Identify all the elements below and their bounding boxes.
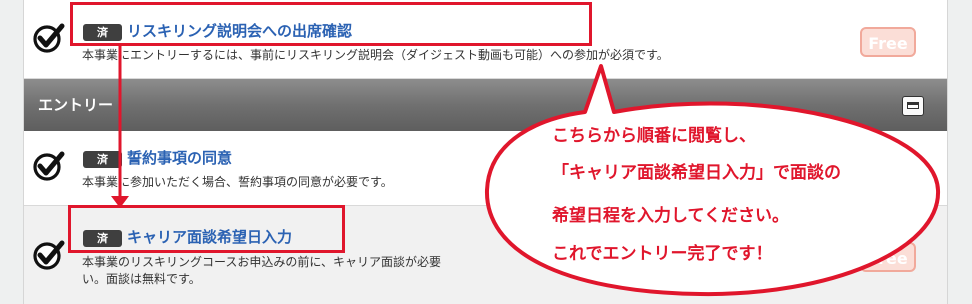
- window-icon: [907, 102, 919, 109]
- free-badge: Free: [860, 27, 916, 57]
- step-description: 本事業にエントリーするには、事前にリスキリング説明会（ダイジェスト動画も可能）へ…: [82, 48, 669, 62]
- step-description: 本事業のリスキリングコースお申込みの前に、キャリア面談が必要: [82, 255, 442, 269]
- callout-line: 希望日程を入力してください。: [552, 206, 789, 226]
- callout-line: これでエントリー完了です！: [552, 244, 773, 264]
- step-description: 本事業に参加いただく場合、誓約事項の同意が必要です。: [82, 175, 393, 189]
- callout-line: 「キャリア面談希望日入力」で面談の: [552, 163, 841, 183]
- highlight-box-career-interview: [68, 205, 345, 253]
- free-badge: Free: [860, 242, 916, 272]
- checkmark-icon: [33, 23, 65, 53]
- step-title-link[interactable]: 誓約事項の同意: [127, 149, 232, 167]
- section-header: エントリー: [24, 79, 947, 131]
- collapse-button[interactable]: [902, 96, 924, 116]
- section-title: エントリー: [38, 96, 114, 114]
- checkmark-icon: [33, 240, 65, 270]
- highlight-box-briefing: [70, 2, 592, 46]
- callout-line: こちらから順番に閲覧し、: [552, 126, 756, 146]
- checkmark-icon: [33, 151, 65, 181]
- step-description-continued: い。面談は無料です。: [82, 272, 201, 286]
- completed-badge: 済: [83, 151, 122, 168]
